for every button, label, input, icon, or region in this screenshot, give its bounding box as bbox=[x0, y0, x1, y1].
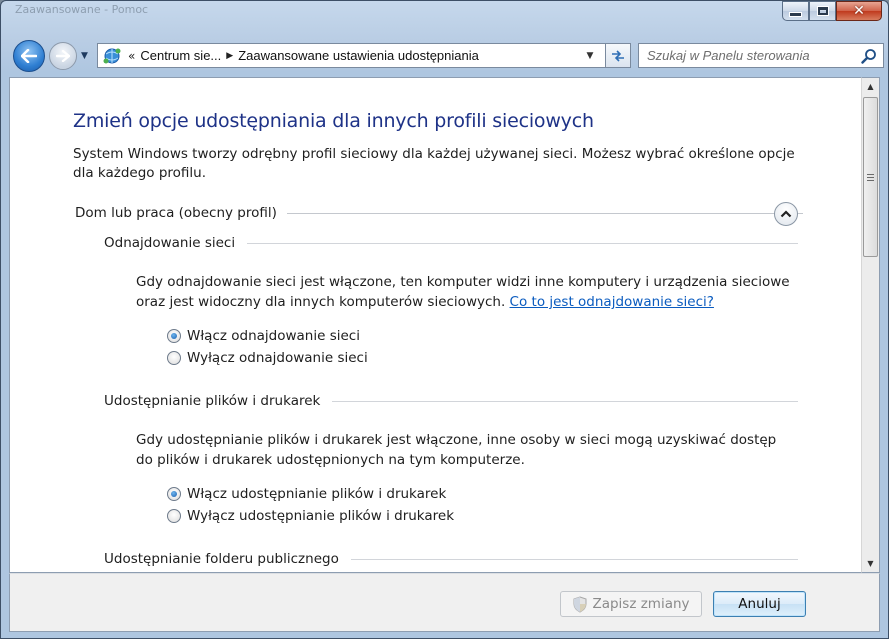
refresh-icon bbox=[612, 49, 624, 62]
section-divider bbox=[247, 242, 798, 244]
arrow-left-icon bbox=[21, 49, 37, 63]
radio-label: Włącz udostępnianie plików i drukarek bbox=[187, 486, 447, 502]
address-dropdown[interactable]: ▼ bbox=[580, 44, 600, 67]
scroll-thumb[interactable] bbox=[863, 97, 878, 257]
breadcrumb-advanced-sharing[interactable]: Zaawansowane ustawienia udostępniania bbox=[238, 48, 479, 63]
search-icon[interactable] bbox=[861, 48, 877, 64]
save-changes-button[interactable]: Zapisz zmiany bbox=[560, 591, 702, 617]
radio-label: Wyłącz udostępnianie plików i drukarek bbox=[187, 508, 455, 524]
file-printer-sharing-description: Gdy udostępnianie plików i drukarek jest… bbox=[136, 432, 777, 468]
radio-enable-file-printer-sharing[interactable]: Włącz udostępnianie plików i drukarek bbox=[167, 484, 446, 504]
close-button[interactable]: ✕ bbox=[836, 1, 882, 21]
title-bar[interactable]: Zaawansowane - Pomoc ✕ bbox=[1, 1, 888, 35]
radio-label: Wyłącz odnajdowanie sieci bbox=[187, 350, 368, 366]
network-discovery-help-link[interactable]: Co to jest odnajdowanie sieci? bbox=[510, 294, 714, 310]
section-title: Odnajdowanie sieci bbox=[104, 235, 236, 251]
scroll-down-button[interactable]: ▼ bbox=[862, 555, 879, 572]
section-title: Udostępnianie folderu publicznego bbox=[104, 551, 339, 567]
section-divider bbox=[332, 400, 798, 402]
refresh-button[interactable] bbox=[605, 43, 631, 68]
page-title: Zmień opcje udostępniania dla innych pro… bbox=[73, 110, 594, 132]
radio-button[interactable] bbox=[167, 351, 181, 365]
control-panel-window: Zaawansowane - Pomoc ✕ ▼ « Centrum sie..… bbox=[0, 0, 889, 639]
radio-button-selected[interactable] bbox=[167, 329, 181, 343]
network-discovery-description: Gdy odnajdowanie sieci jest włączone, te… bbox=[136, 272, 796, 312]
section-title: Udostępnianie plików i drukarek bbox=[104, 393, 321, 409]
chevron-up-icon bbox=[780, 210, 792, 218]
close-icon: ✕ bbox=[853, 3, 865, 19]
triangle-up-icon: ▲ bbox=[867, 82, 874, 91]
profile-group-header: Dom lub praca (obecny profil) bbox=[75, 203, 803, 223]
save-button-label: Zapisz zmiany bbox=[592, 596, 690, 612]
arrow-right-icon bbox=[56, 50, 70, 62]
caption-buttons: ✕ bbox=[782, 1, 882, 23]
minimize-button[interactable] bbox=[782, 1, 809, 21]
section-header-public-folder-sharing: Udostępnianie folderu publicznego bbox=[104, 549, 798, 569]
radio-disable-network-discovery[interactable]: Wyłącz odnajdowanie sieci bbox=[167, 348, 368, 368]
minimize-icon bbox=[789, 11, 802, 17]
radio-label: Włącz odnajdowanie sieci bbox=[187, 328, 360, 344]
network-icon bbox=[101, 46, 123, 66]
grip-icon bbox=[867, 173, 874, 181]
vertical-scrollbar[interactable]: ▲ ▼ bbox=[861, 77, 880, 573]
address-bar[interactable]: « Centrum sie... ▶ Zaawansowane ustawien… bbox=[97, 43, 627, 68]
collapse-profile-button[interactable] bbox=[774, 202, 798, 226]
section-header-network-discovery: Odnajdowanie sieci bbox=[104, 233, 798, 253]
section-header-file-printer-sharing: Udostępnianie plików i drukarek bbox=[104, 391, 798, 411]
dialog-footer: Zapisz zmiany Anuluj bbox=[9, 573, 880, 632]
back-button[interactable] bbox=[13, 40, 45, 72]
radio-button-selected[interactable] bbox=[167, 487, 181, 501]
profile-divider bbox=[286, 212, 803, 214]
recent-pages-dropdown[interactable]: ▼ bbox=[81, 51, 88, 61]
settings-content: Zmień opcje udostępniania dla innych pro… bbox=[9, 77, 861, 573]
uac-shield-icon bbox=[573, 595, 587, 613]
breadcrumb-overflow[interactable]: « bbox=[128, 49, 135, 63]
profile-title: Dom lub praca (obecny profil) bbox=[75, 205, 277, 221]
maximize-icon bbox=[816, 6, 829, 16]
cancel-button[interactable]: Anuluj bbox=[713, 591, 806, 617]
breadcrumb-separator[interactable]: ▶ bbox=[226, 51, 233, 61]
radio-button[interactable] bbox=[167, 509, 181, 523]
search-box[interactable] bbox=[638, 43, 884, 68]
breadcrumb-network-center[interactable]: Centrum sie... bbox=[140, 48, 221, 63]
navigation-bar: ▼ « Centrum sie... ▶ Zaawansowane ustawi… bbox=[9, 39, 884, 73]
page-intro: System Windows tworzy odrębny profil sie… bbox=[73, 146, 795, 181]
section-divider bbox=[350, 558, 798, 560]
window-title: Zaawansowane - Pomoc bbox=[15, 3, 149, 16]
search-input[interactable] bbox=[647, 48, 847, 63]
forward-button[interactable] bbox=[49, 42, 77, 70]
radio-disable-file-printer-sharing[interactable]: Wyłącz udostępnianie plików i drukarek bbox=[167, 506, 454, 526]
triangle-down-icon: ▼ bbox=[867, 559, 874, 568]
maximize-button[interactable] bbox=[809, 1, 836, 21]
scroll-up-button[interactable]: ▲ bbox=[862, 78, 879, 95]
radio-enable-network-discovery[interactable]: Włącz odnajdowanie sieci bbox=[167, 326, 360, 346]
